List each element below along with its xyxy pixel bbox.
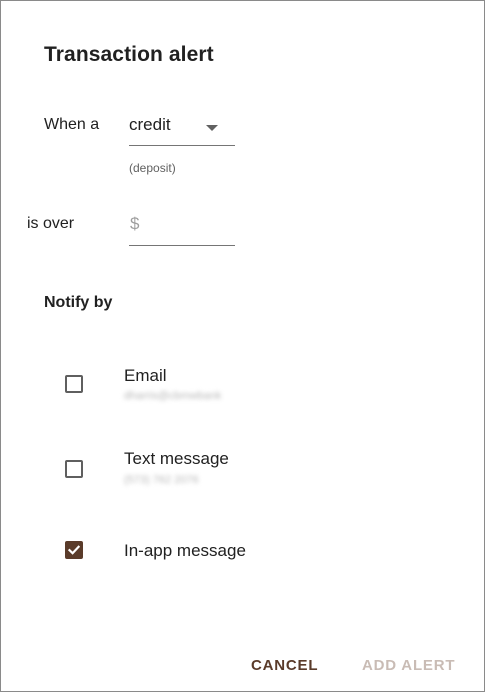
email-address: dharris@cbmwbank [124, 390, 222, 402]
dialog-title: Transaction alert [44, 43, 214, 66]
email-option-label: Email [124, 366, 167, 385]
notify-option-text-message[interactable]: Text message (573) 762 2076 [44, 448, 464, 498]
notify-by-title: Notify by [44, 294, 113, 311]
in-app-message-checkbox[interactable] [65, 541, 83, 559]
amount-field[interactable]: $ [129, 208, 235, 246]
is-over-label: is over [27, 215, 75, 232]
text-message-checkbox[interactable] [65, 460, 83, 478]
cancel-button[interactable]: CANCEL [251, 657, 318, 674]
transaction-type-helper: (deposit) [129, 161, 176, 175]
notify-option-email[interactable]: Email dharris@cbmwbank [44, 363, 464, 413]
transaction-type-select[interactable]: credit [129, 109, 235, 146]
currency-symbol: $ [130, 214, 140, 233]
phone-number: (573) 762 2076 [124, 474, 199, 486]
text-message-option-label: Text message [124, 449, 229, 468]
transaction-alert-dialog: Transaction alert When a credit (deposit… [0, 0, 485, 692]
when-label: When a [44, 116, 100, 133]
checkmark-icon [68, 545, 80, 555]
in-app-message-option-label: In-app message [124, 541, 246, 560]
add-alert-button[interactable]: ADD ALERT [362, 657, 455, 674]
email-checkbox[interactable] [65, 375, 83, 393]
notify-option-in-app-message[interactable]: In-app message [44, 537, 464, 587]
amount-input[interactable] [145, 212, 231, 238]
transaction-type-value: credit [129, 115, 171, 134]
dropdown-arrow-icon [206, 125, 218, 131]
